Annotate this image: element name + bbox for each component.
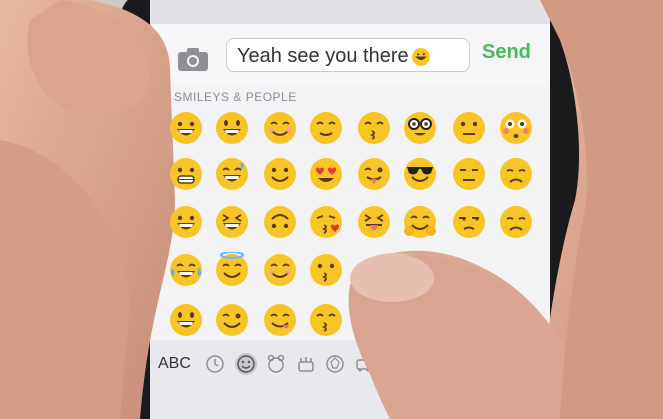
smiling-face-emoji-icon[interactable] — [262, 110, 298, 146]
abc-key[interactable]: ABC — [158, 355, 191, 373]
kissing-heart-face-emoji-icon[interactable] — [308, 204, 344, 240]
relieved-face-emoji-icon[interactable] — [308, 110, 344, 146]
slight-smile-face-emoji-icon[interactable] — [262, 156, 298, 192]
kissing-face-emoji-icon[interactable] — [308, 252, 344, 288]
grinning-face-big-eyes-emoji-icon[interactable] — [214, 110, 250, 146]
expressionless-face-emoji-icon[interactable] — [451, 156, 487, 192]
message-text: Yeah see you there — [237, 45, 409, 67]
winking-tongue-face-emoji-icon[interactable] — [356, 156, 392, 192]
smiley-face-emoji-icon[interactable] — [168, 302, 204, 338]
camera-icon[interactable] — [176, 45, 210, 73]
big-grin-face-emoji-icon[interactable] — [168, 204, 204, 240]
smileys-icon[interactable] — [234, 352, 258, 376]
grinning-face-emoji-icon[interactable] — [168, 110, 204, 146]
sweat-smile-face-emoji-icon[interactable] — [214, 156, 250, 192]
squinting-tongue-face-emoji-icon[interactable] — [356, 204, 392, 240]
section-header: SMILEYS & PEOPLE — [174, 90, 297, 104]
neutral-face-emoji-icon[interactable] — [451, 110, 487, 146]
sunglasses-face-emoji-icon[interactable] — [402, 156, 438, 192]
hugging-face-emoji-icon[interactable] — [402, 204, 438, 240]
activity-icon[interactable] — [325, 354, 345, 374]
flushed-face-emoji-icon[interactable] — [498, 110, 534, 146]
blushing-face-emoji-icon[interactable] — [262, 252, 298, 288]
kissing-face-smiling-eyes-emoji-icon[interactable] — [356, 110, 392, 146]
message-input[interactable]: Yeah see you there — [226, 38, 470, 72]
grimacing-face-emoji-icon[interactable] — [168, 156, 204, 192]
disappointed-face-emoji-icon[interactable] — [498, 156, 534, 192]
food-icon[interactable] — [296, 354, 316, 374]
unamused-face-emoji-icon[interactable] — [451, 204, 487, 240]
yum-face-emoji-icon[interactable] — [262, 302, 298, 338]
wink-face-emoji-icon[interactable] — [214, 302, 250, 338]
animals-icon[interactable] — [266, 354, 286, 374]
travel-icon[interactable] — [354, 354, 374, 374]
nerd-face-emoji-icon[interactable] — [402, 110, 438, 146]
recent-icon[interactable] — [205, 354, 225, 374]
worried-face-emoji-icon[interactable] — [498, 204, 534, 240]
tears-of-joy-face-emoji-icon[interactable] — [168, 252, 204, 288]
grinning-emoji-icon — [411, 47, 430, 66]
heart-eyes-face-emoji-icon[interactable] — [308, 156, 344, 192]
halo-face-emoji-icon[interactable] — [214, 252, 250, 288]
squinting-laugh-face-emoji-icon[interactable] — [214, 204, 250, 240]
upside-down-face-emoji-icon[interactable] — [262, 204, 298, 240]
send-button[interactable]: Send — [482, 41, 531, 64]
kissing-closed-eyes-face-emoji-icon[interactable] — [308, 302, 344, 338]
